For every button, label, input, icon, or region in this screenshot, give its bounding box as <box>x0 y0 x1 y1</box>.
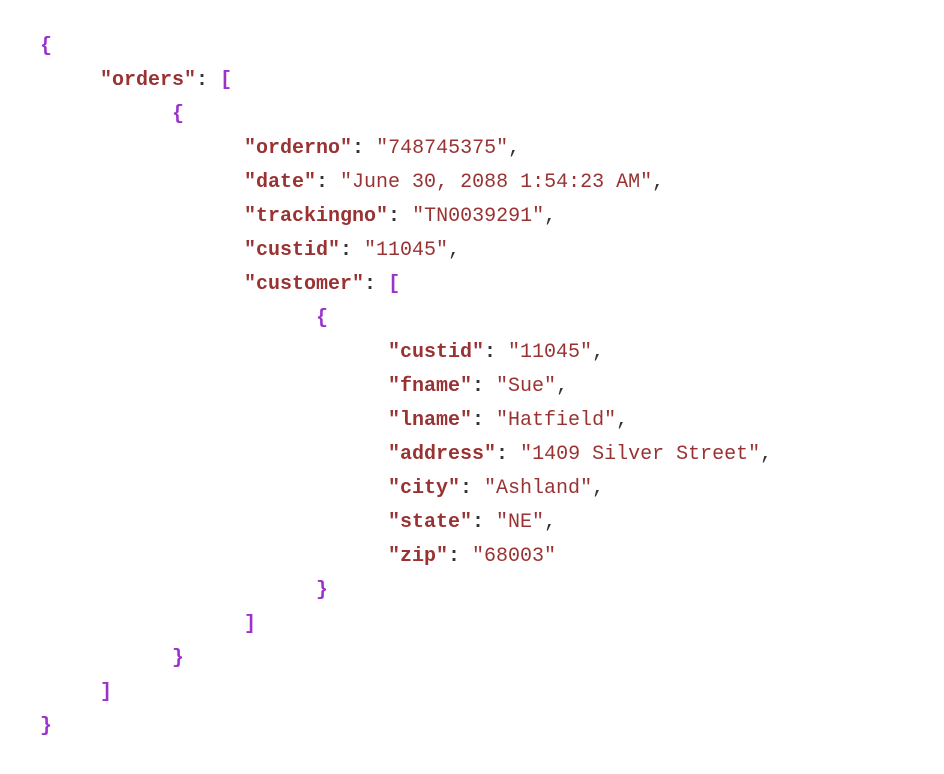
comma: , <box>652 171 664 194</box>
code-line: "date": "June 30, 2088 1:54:23 AM", <box>40 166 904 200</box>
colon: : <box>472 375 484 398</box>
code-line: "zip": "68003" <box>40 540 904 574</box>
close-bracket: ] <box>244 613 256 636</box>
code-line: ] <box>40 676 904 710</box>
json-key-custid: "custid" <box>244 239 340 262</box>
comma: , <box>544 511 556 534</box>
json-key-state: "state" <box>388 511 472 534</box>
json-value-custid: "11045" <box>364 239 448 262</box>
code-line: "state": "NE", <box>40 506 904 540</box>
json-value-fname: "Sue" <box>496 375 556 398</box>
json-key-date: "date" <box>244 171 316 194</box>
colon: : <box>496 443 508 466</box>
code-line: "lname": "Hatfield", <box>40 404 904 438</box>
close-bracket: ] <box>100 681 112 704</box>
code-line: "orderno": "748745375", <box>40 132 904 166</box>
code-line: "customer": [ <box>40 268 904 302</box>
colon: : <box>484 341 496 364</box>
open-brace: { <box>316 307 328 330</box>
colon: : <box>460 477 472 500</box>
json-key-orderno: "orderno" <box>244 137 352 160</box>
json-value-lname: "Hatfield" <box>496 409 616 432</box>
open-bracket: [ <box>220 69 232 92</box>
colon: : <box>364 273 376 296</box>
colon: : <box>316 171 328 194</box>
json-value-trackingno: "TN0039291" <box>412 205 544 228</box>
json-key-trackingno: "trackingno" <box>244 205 388 228</box>
comma: , <box>556 375 568 398</box>
comma: , <box>592 477 604 500</box>
code-line: "address": "1409 Silver Street", <box>40 438 904 472</box>
json-value-state: "NE" <box>496 511 544 534</box>
json-key-fname: "fname" <box>388 375 472 398</box>
comma: , <box>592 341 604 364</box>
json-key-orders: "orders" <box>100 69 196 92</box>
code-line: "orders": [ <box>40 64 904 98</box>
json-key-lname: "lname" <box>388 409 472 432</box>
comma: , <box>760 443 772 466</box>
comma: , <box>448 239 460 262</box>
code-line: { <box>40 98 904 132</box>
code-line: } <box>40 574 904 608</box>
code-line: } <box>40 642 904 676</box>
colon: : <box>340 239 352 262</box>
comma: , <box>508 137 520 160</box>
code-line: } <box>40 710 904 744</box>
code-line: "custid": "11045", <box>40 234 904 268</box>
code-line: ] <box>40 608 904 642</box>
comma: , <box>616 409 628 432</box>
colon: : <box>196 69 208 92</box>
json-value-city: "Ashland" <box>484 477 592 500</box>
close-brace: } <box>316 579 328 602</box>
open-bracket: [ <box>388 273 400 296</box>
colon: : <box>388 205 400 228</box>
colon: : <box>352 137 364 160</box>
colon: : <box>472 409 484 432</box>
json-key-address: "address" <box>388 443 496 466</box>
colon: : <box>472 511 484 534</box>
close-brace: } <box>172 647 184 670</box>
colon: : <box>448 545 460 568</box>
json-value-date: "June 30, 2088 1:54:23 AM" <box>340 171 652 194</box>
json-key-customer: "customer" <box>244 273 364 296</box>
open-brace: { <box>40 35 52 58</box>
json-value-address: "1409 Silver Street" <box>520 443 760 466</box>
code-line: "custid": "11045", <box>40 336 904 370</box>
json-key-custid: "custid" <box>388 341 484 364</box>
json-value-zip: "68003" <box>472 545 556 568</box>
json-value-custid: "11045" <box>508 341 592 364</box>
code-line: "city": "Ashland", <box>40 472 904 506</box>
code-line: "fname": "Sue", <box>40 370 904 404</box>
comma: , <box>544 205 556 228</box>
close-brace: } <box>40 715 52 738</box>
code-line: { <box>40 30 904 64</box>
json-key-city: "city" <box>388 477 460 500</box>
code-line: { <box>40 302 904 336</box>
open-brace: { <box>172 103 184 126</box>
json-value-orderno: "748745375" <box>376 137 508 160</box>
json-key-zip: "zip" <box>388 545 448 568</box>
json-code-block: { "orders": [ { "orderno": "748745375", … <box>40 30 904 744</box>
code-line: "trackingno": "TN0039291", <box>40 200 904 234</box>
